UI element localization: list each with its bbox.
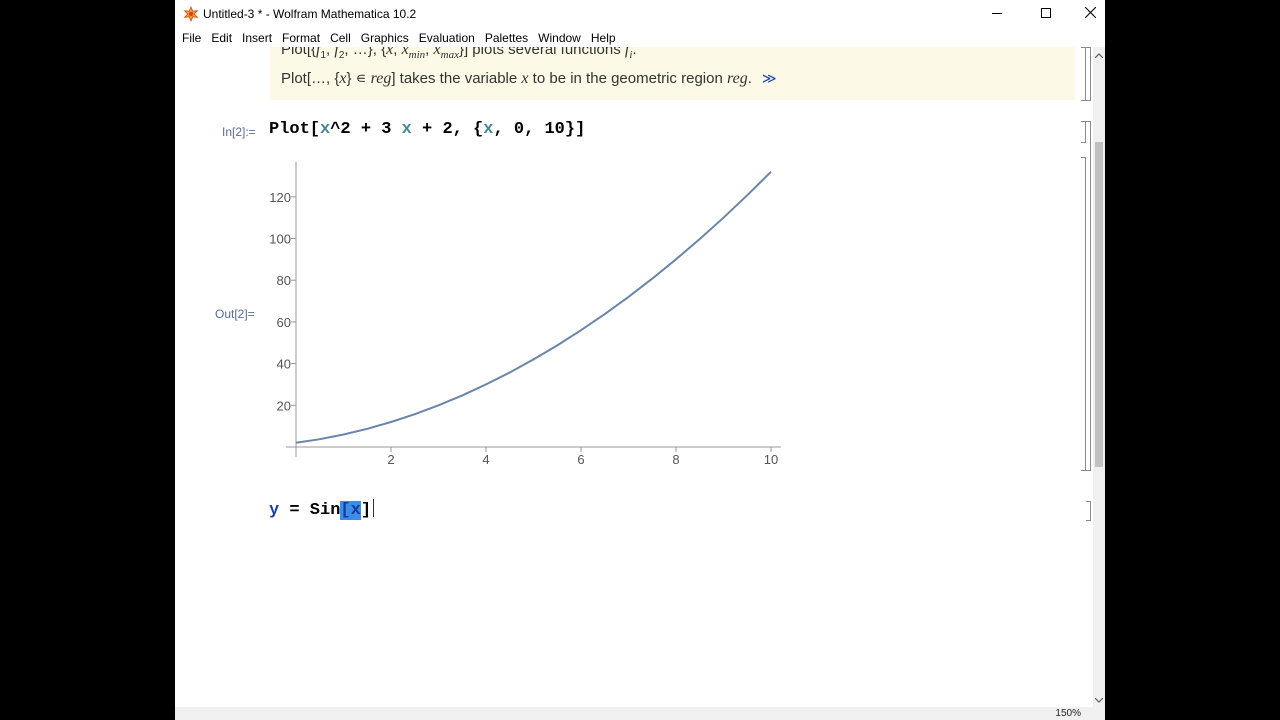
maximize-icon: [1041, 5, 1051, 23]
usage-math: x: [433, 47, 441, 58]
usage-math: x: [521, 70, 529, 87]
menu-file[interactable]: File: [175, 28, 206, 47]
code-text: , 0, 10}]: [493, 120, 586, 139]
status-bar: 150%: [175, 707, 1105, 720]
usage-math: reg: [726, 70, 748, 87]
minimize-icon: [992, 5, 1002, 23]
code-text: ^2 + 3: [330, 120, 402, 139]
close-icon: [1084, 5, 1096, 23]
y-tick-label: 120: [269, 190, 291, 205]
usage-text: ,: [425, 47, 434, 58]
minimize-button[interactable]: [975, 0, 1019, 28]
x-tick-label: 2: [387, 452, 394, 467]
io-group-bracket[interactable]: [1086, 121, 1091, 471]
y-tick-label: 20: [277, 398, 291, 413]
usage-line-1: Plot[{f1, f2, …}, {x, xmin, xmax}] plots…: [281, 47, 637, 61]
usage-text: }] plots several functions: [458, 47, 625, 58]
menu-bar: File Edit Insert Format Cell Graphics Ev…: [175, 28, 1105, 47]
usage-text: , …}, {: [344, 47, 387, 58]
y-tick-label: 60: [277, 315, 291, 330]
usage-text: } ∊: [346, 70, 371, 87]
x-tick-label: 10: [764, 452, 778, 467]
code-text: Plot[: [269, 120, 321, 139]
window-title: Untitled-3 * - Wolfram Mathematica 10.2: [203, 7, 417, 21]
scrollbar-thumb[interactable]: [1095, 142, 1103, 467]
zoom-level[interactable]: 150%: [1055, 708, 1081, 719]
current-cell-bracket[interactable]: [1086, 501, 1091, 521]
plot-curve: [295, 171, 772, 444]
menu-window[interactable]: Window: [533, 28, 586, 47]
menu-evaluation[interactable]: Evaluation: [414, 28, 480, 47]
notebook-content[interactable]: Plot[{f1, f2, …}, {x, xmin, xmax}] plots…: [175, 47, 1093, 707]
vertical-scrollbar[interactable]: [1093, 47, 1105, 707]
menu-format[interactable]: Format: [277, 28, 325, 47]
mathematica-logo-icon: [183, 5, 199, 23]
x-tick-label: 6: [577, 452, 584, 467]
more-info-link[interactable]: ≫: [762, 70, 777, 86]
scroll-up-icon[interactable]: [1093, 49, 1105, 61]
code-text: + 2, {: [411, 120, 484, 139]
usage-text: .: [632, 47, 637, 58]
code-variable: x: [350, 501, 361, 520]
usage-text: Plot[…, {: [281, 70, 340, 87]
usage-math: x: [401, 47, 409, 58]
usage-line-2: Plot[…, {x} ∊ reg] takes the variable x …: [281, 69, 777, 88]
x-tick-label: 8: [672, 452, 679, 467]
plot-graphic[interactable]: 2 4 6 8 10 20 40 60 80 100 120: [255, 152, 795, 477]
usage-text: ] takes the variable: [391, 70, 522, 87]
usage-text: ,: [393, 47, 402, 58]
code-variable: x: [483, 120, 494, 139]
mathematica-window: Untitled-3 * - Wolfram Mathematica 10.2 …: [175, 0, 1105, 720]
x-tick-label: 4: [482, 452, 489, 467]
menu-insert[interactable]: Insert: [237, 28, 277, 47]
usage-subscript: max: [440, 49, 459, 61]
group-bracket[interactable]: [1086, 47, 1091, 101]
usage-subscript: min: [408, 49, 426, 61]
close-button[interactable]: [1068, 0, 1105, 28]
text-cursor: [373, 499, 375, 517]
code-variable: y: [269, 501, 280, 520]
current-input-cell[interactable]: y = Sin[x]: [269, 499, 375, 520]
y-tick-label: 40: [277, 357, 291, 372]
code-text: ]: [360, 501, 372, 520]
menu-edit[interactable]: Edit: [206, 28, 237, 47]
input-cell-code[interactable]: Plot[x^2 + 3 x + 2, {x, 0, 10}]: [269, 120, 585, 139]
menu-help[interactable]: Help: [586, 28, 621, 47]
y-tick-label: 80: [277, 273, 291, 288]
menu-palettes[interactable]: Palettes: [480, 28, 533, 47]
selected-bracket: [: [340, 501, 351, 520]
code-variable: x: [320, 120, 331, 139]
usage-math: reg: [370, 70, 392, 87]
input-cell-label: In[2]:=: [222, 125, 256, 139]
code-variable: x: [401, 120, 412, 139]
scroll-down-icon[interactable]: [1093, 694, 1105, 706]
output-cell-label: Out[2]=: [215, 307, 255, 321]
y-tick-label: 100: [269, 232, 291, 247]
usage-message-box: Plot[{f1, f2, …}, {x, xmin, xmax}] plots…: [270, 47, 1075, 100]
code-text: = Sin: [279, 501, 341, 520]
usage-text: to be in the geometric region: [528, 70, 727, 87]
maximize-button[interactable]: [1024, 0, 1068, 28]
title-bar: Untitled-3 * - Wolfram Mathematica 10.2: [175, 0, 1105, 28]
menu-cell[interactable]: Cell: [325, 28, 356, 47]
usage-text: Plot[{: [281, 47, 317, 58]
usage-text: .: [747, 70, 752, 87]
menu-graphics[interactable]: Graphics: [356, 28, 414, 47]
